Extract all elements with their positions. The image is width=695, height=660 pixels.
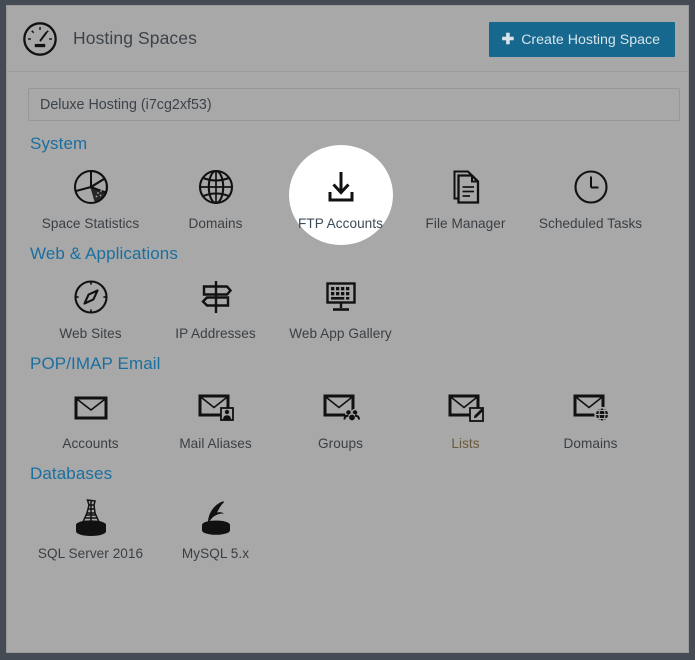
pie-chart-icon	[71, 167, 111, 207]
tile-label: MySQL 5.x	[181, 546, 250, 561]
mysql-dolphin-icon	[194, 497, 238, 537]
tile-label: File Manager	[425, 216, 506, 231]
section-title: Databases	[30, 464, 113, 483]
hosting-space-select[interactable]: Deluxe Hosting (i7cg2xf53)	[28, 88, 680, 121]
section-pop-imap-email: POP/IMAP Email Accounts Mail Aliases Gro…	[28, 354, 667, 451]
tile-mysql-5-x[interactable]: MySQL 5.x	[153, 488, 278, 561]
create-hosting-space-button[interactable]: ✚ Create Hosting Space	[488, 22, 675, 57]
tile-mail-aliases[interactable]: Mail Aliases	[153, 378, 278, 451]
tile-label: Scheduled Tasks	[538, 216, 643, 231]
tile-row: Accounts Mail Aliases Groups Lists Domai…	[28, 378, 667, 451]
tile-scheduled-tasks[interactable]: Scheduled Tasks	[528, 158, 653, 231]
envelope-globe-icon	[571, 387, 611, 427]
page-title: Hosting Spaces	[73, 28, 197, 48]
section-web-applications: Web & Applications Web Sites IP Addresse…	[28, 244, 667, 341]
tile-web-app-gallery[interactable]: Web App Gallery	[278, 268, 403, 341]
tile-label: Groups	[318, 436, 363, 451]
tile-domains[interactable]: Domains	[528, 378, 653, 451]
globe-icon	[196, 167, 236, 207]
tile-label: Web Sites	[59, 326, 122, 341]
envelope-icon	[71, 387, 111, 427]
tile-row: Space Statistics Domains FTP Accounts Fi…	[28, 158, 667, 231]
section-title: Web & Applications	[30, 244, 178, 263]
tile-label: Web App Gallery	[289, 326, 392, 341]
tile-accounts[interactable]: Accounts	[28, 378, 153, 451]
tile-space-statistics[interactable]: Space Statistics	[28, 158, 153, 231]
sections-container: System Space Statistics Domains FTP Acco…	[28, 134, 667, 561]
tile-label: Mail Aliases	[179, 436, 252, 451]
tile-file-manager[interactable]: File Manager	[403, 158, 528, 231]
tile-sql-server-2016[interactable]: SQL Server 2016	[28, 488, 153, 561]
tile-label: Lists	[451, 436, 480, 451]
envelope-edit-icon	[446, 387, 486, 427]
tile-label: Accounts	[62, 436, 119, 451]
tile-web-sites[interactable]: Web Sites	[28, 268, 153, 341]
tile-ip-addresses[interactable]: IP Addresses	[153, 268, 278, 341]
create-hosting-space-label: Create Hosting Space	[521, 31, 660, 48]
app-window: Hosting Spaces ✚ Create Hosting Space De…	[0, 0, 695, 660]
documents-icon	[446, 167, 486, 207]
tile-label: FTP Accounts	[298, 216, 383, 231]
tile-label: SQL Server 2016	[37, 546, 144, 561]
tile-label: Domains	[188, 216, 243, 231]
tile-row: SQL Server 2016 MySQL 5.x	[28, 488, 667, 561]
clock-icon	[571, 167, 611, 207]
tile-row: Web Sites IP Addresses Web App Gallery	[28, 268, 667, 341]
panel-header: Hosting Spaces ✚ Create Hosting Space	[7, 6, 688, 72]
header-left-group: Hosting Spaces	[21, 20, 197, 58]
panel-body: Deluxe Hosting (i7cg2xf53) System Space …	[7, 72, 688, 652]
plus-icon: ✚	[501, 30, 515, 48]
hosting-spaces-panel: Hosting Spaces ✚ Create Hosting Space De…	[6, 5, 689, 653]
hosting-space-select-value: Deluxe Hosting (i7cg2xf53)	[40, 96, 212, 113]
tile-domains[interactable]: Domains	[153, 158, 278, 231]
tile-label: IP Addresses	[175, 326, 256, 341]
gauge-icon	[21, 20, 59, 58]
tile-lists[interactable]: Lists	[403, 378, 528, 451]
tile-label: Domains	[563, 436, 618, 451]
section-databases: Databases SQL Server 2016 MySQL 5.x	[28, 464, 667, 561]
download-icon	[321, 167, 361, 207]
compass-icon	[71, 277, 111, 317]
signpost-icon	[196, 277, 236, 317]
mssql-database-icon	[69, 497, 113, 537]
envelope-group-icon	[321, 387, 361, 427]
monitor-grid-icon	[321, 277, 361, 317]
section-title: POP/IMAP Email	[30, 354, 161, 373]
envelope-user-icon	[196, 387, 236, 427]
tile-ftp-accounts[interactable]: FTP Accounts	[278, 158, 403, 231]
tile-groups[interactable]: Groups	[278, 378, 403, 451]
section-system: System Space Statistics Domains FTP Acco…	[28, 134, 667, 231]
tile-label: Space Statistics	[41, 216, 140, 231]
